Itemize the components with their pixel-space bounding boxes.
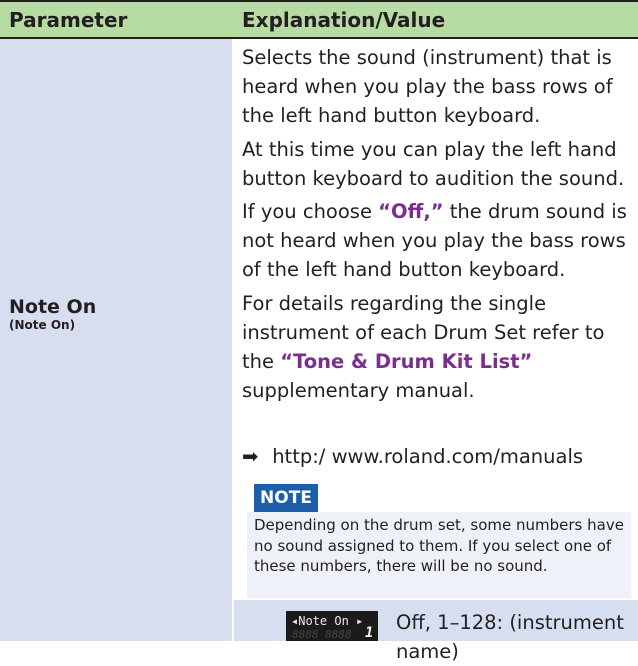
off-before: If you choose [242, 200, 379, 223]
off-highlight: “Off,” [378, 200, 444, 223]
parameter-table: Parameter Explanation/Value Note On (Not… [0, 0, 638, 663]
lcd-segment-background: 8888 8888 [292, 628, 352, 641]
paragraph-audition: At this time you can play the left hand … [242, 138, 625, 190]
parameter-name: Note On [9, 296, 97, 318]
manuals-link-line: ➡ http:/ www.roland.com/manuals [242, 442, 583, 471]
lcd-title: ◂Note On ▸ [291, 614, 364, 628]
paragraph-selects: Selects the sound (instrument) that is h… [242, 46, 613, 127]
details-highlight: “Tone & Drum Kit List” [280, 350, 533, 373]
parameter-display-name: (Note On) [9, 318, 76, 332]
right-arrow-icon: ➡ [242, 445, 259, 468]
paragraph-details: For details regarding the single instrum… [242, 289, 632, 405]
header-explanation: Explanation/Value [242, 8, 446, 32]
parameter-cell [0, 39, 232, 641]
value-range: Off, 1–128: (instrument name) [396, 611, 624, 663]
header-parameter: Parameter [9, 8, 128, 32]
details-after: supplementary manual. [242, 379, 475, 402]
lcd-display-image: ◂Note On ▸ 8888 8888 1 [286, 611, 378, 641]
table-header: Parameter Explanation/Value [0, 0, 638, 39]
lcd-value: 1 [365, 625, 374, 641]
paragraph-off: If you choose “Off,” the drum sound is n… [242, 197, 632, 284]
note-text: Depending on the drum set, some numbers … [254, 516, 624, 575]
note-tag: NOTE [254, 484, 318, 512]
manuals-link[interactable]: http:/ www.roland.com/manuals [272, 445, 583, 468]
